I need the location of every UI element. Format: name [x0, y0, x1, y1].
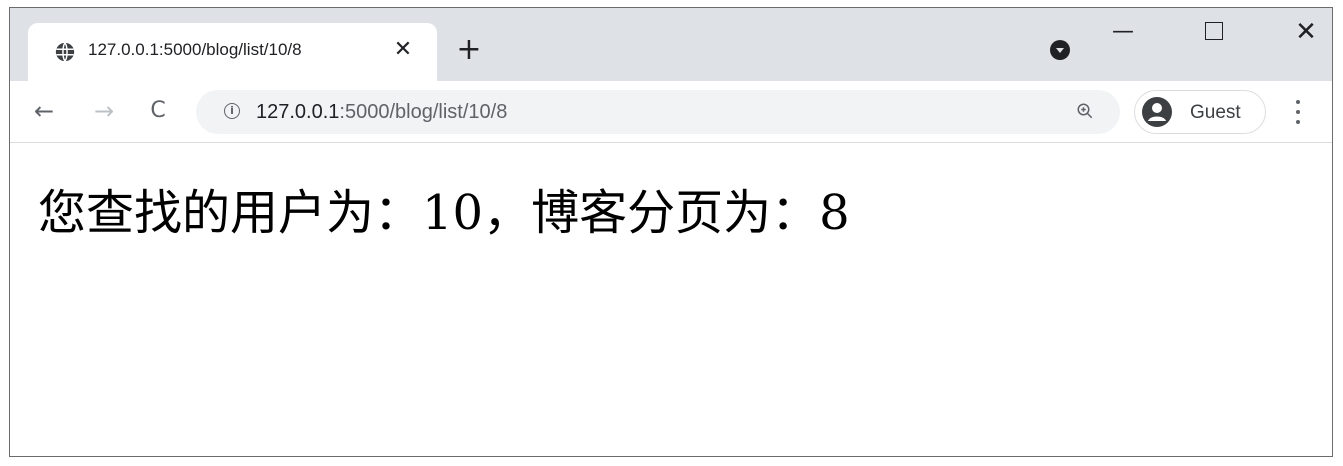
tab-search-icon[interactable]: [1050, 40, 1070, 60]
page-content: 您查找的用户为：10，博客分页为：8: [10, 143, 1332, 456]
info-icon[interactable]: i: [224, 103, 240, 119]
profile-label: Guest: [1190, 102, 1241, 123]
browser-toolbar: ← → C i 127.0.0.1:5000/blog/list/10/8 Gu…: [10, 81, 1332, 143]
reload-button[interactable]: C: [142, 95, 174, 127]
back-button[interactable]: ←: [28, 95, 60, 127]
page-heading: 您查找的用户为：10，博客分页为：8: [38, 185, 850, 241]
tab-active[interactable]: 127.0.0.1:5000/blog/list/10/8 ✕: [28, 23, 437, 81]
avatar-icon: [1142, 97, 1172, 127]
forward-button[interactable]: →: [88, 95, 120, 127]
tab-close-icon[interactable]: ✕: [390, 37, 416, 63]
menu-icon[interactable]: [1288, 97, 1308, 127]
maximize-button[interactable]: [1194, 14, 1234, 50]
address-bar[interactable]: i 127.0.0.1:5000/blog/list/10/8: [196, 90, 1120, 134]
title-bar: 127.0.0.1:5000/blog/list/10/8 ✕ + — ✕: [10, 8, 1332, 81]
browser-window: 127.0.0.1:5000/blog/list/10/8 ✕ + — ✕ ← …: [9, 7, 1333, 457]
url-path: :5000/blog/list/10/8: [339, 101, 508, 123]
maximize-icon: [1205, 21, 1223, 40]
zoom-icon[interactable]: [1076, 102, 1094, 120]
close-window-button[interactable]: ✕: [1286, 14, 1326, 50]
url-text[interactable]: 127.0.0.1:5000/blog/list/10/8: [256, 101, 507, 124]
globe-icon: [55, 42, 75, 62]
tab-title: 127.0.0.1:5000/blog/list/10/8: [88, 40, 302, 59]
url-host: 127.0.0.1: [256, 101, 340, 123]
minimize-button[interactable]: —: [1103, 14, 1143, 50]
new-tab-button[interactable]: +: [455, 35, 483, 65]
profile-button[interactable]: Guest: [1134, 90, 1266, 134]
